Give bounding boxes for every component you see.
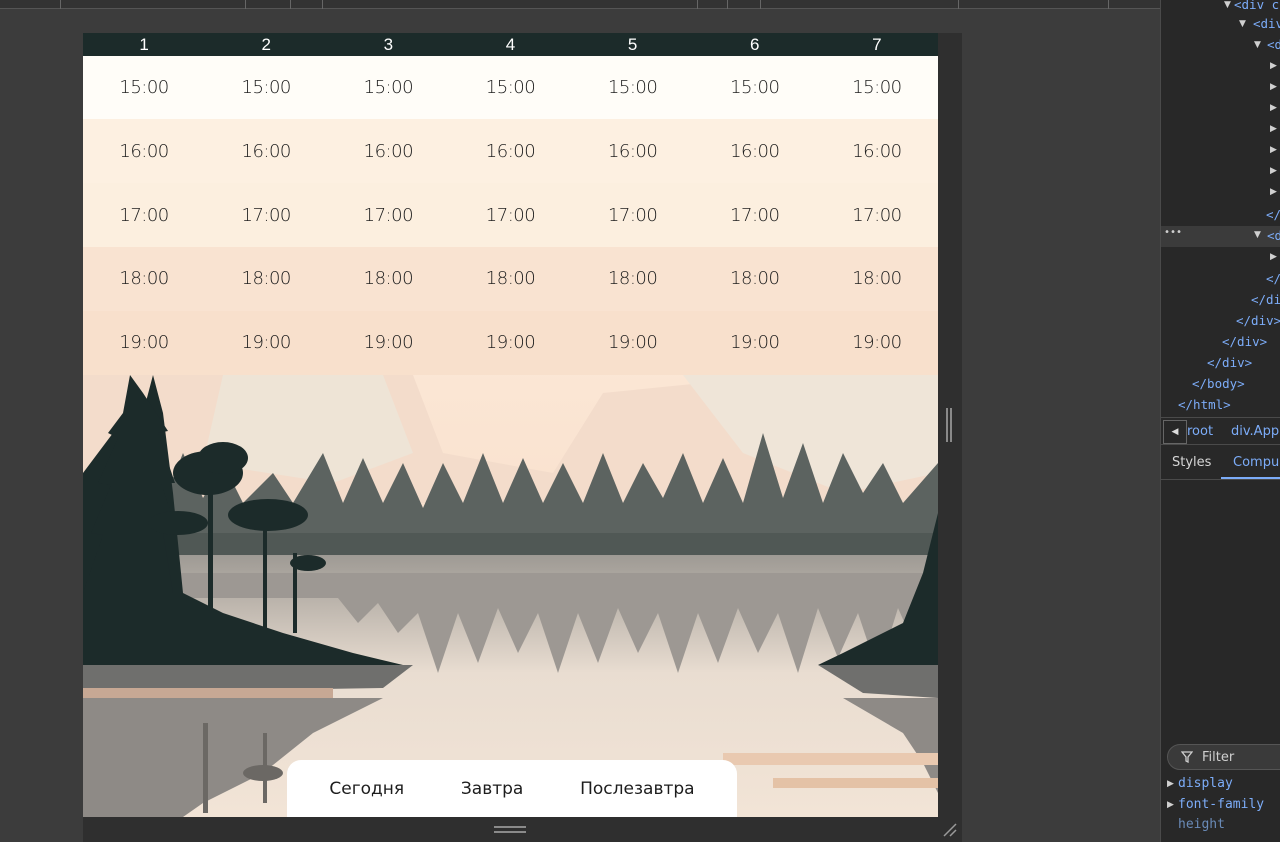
collapse-triangle-icon[interactable]: ▼ [1239,19,1246,29]
time-slot[interactable]: 17:00 [816,184,938,248]
time-slot[interactable]: 19:00 [694,311,816,375]
time-slot[interactable]: 18:00 [572,247,694,311]
time-row-1900: 19:00 19:00 19:00 19:00 19:00 19:00 19:0… [83,311,938,375]
day-number-header: 1 2 3 4 5 6 7 [83,33,938,56]
breadcrumb: ◀ root div.App [1161,417,1280,445]
time-slot[interactable]: 18:00 [816,247,938,311]
time-slot[interactable]: 18:00 [327,247,449,311]
tab-styles[interactable]: Styles [1172,455,1211,470]
time-slot[interactable]: 19:00 [572,311,694,375]
collapse-triangle-icon[interactable]: ▼ [1254,40,1261,50]
day-number: 4 [505,35,516,54]
day-number: 6 [750,35,760,54]
expand-triangle-icon[interactable]: ▶ [1167,800,1174,810]
active-tab-indicator [1221,477,1280,479]
time-slot[interactable]: 16:00 [694,120,816,184]
day-after-tomorrow-button[interactable]: Послезавтра [580,779,694,799]
time-slot[interactable]: 15:00 [694,56,816,120]
computed-property[interactable]: display [1178,776,1233,791]
time-slot[interactable]: 17:00 [83,184,205,248]
scroll-left-icon[interactable]: ◀ [1163,420,1187,444]
time-slot[interactable]: 16:00 [816,120,938,184]
time-slot[interactable]: 18:00 [694,247,816,311]
styles-tabs: Styles Compu [1161,446,1280,480]
breadcrumb-root[interactable]: root [1187,424,1213,439]
dom-node[interactable]: </body> [1192,376,1245,391]
filter-placeholder: Filter [1202,750,1235,765]
time-slot[interactable]: 17:00 [572,184,694,248]
time-slot[interactable]: 19:00 [816,311,938,375]
computed-property[interactable]: height [1178,817,1225,832]
expand-triangle-icon[interactable]: ▶ [1270,82,1277,92]
expand-triangle-icon[interactable]: ▶ [1270,124,1277,134]
time-row-1700: 17:00 17:00 17:00 17:00 17:00 17:00 17:0… [83,184,938,248]
day-number: 3 [383,35,394,54]
time-row-1500: 15:00 15:00 15:00 15:00 15:00 15:00 15:0… [83,56,938,120]
time-slot[interactable]: 16:00 [205,120,327,184]
time-row-1600: 16:00 16:00 16:00 16:00 16:00 16:00 16:0… [83,120,938,184]
day-number: 7 [872,35,882,54]
breadcrumb-app[interactable]: div.App [1231,424,1279,439]
time-slot[interactable]: 18:00 [83,247,205,311]
time-slot[interactable]: 19:00 [83,311,205,375]
filter-input[interactable]: Filter [1167,744,1280,770]
expand-triangle-icon[interactable]: ▶ [1270,187,1277,197]
time-slot[interactable]: 18:00 [449,247,571,311]
dom-node[interactable]: </div> [1207,355,1252,370]
expand-triangle-icon[interactable]: ▶ [1270,145,1277,155]
computed-property[interactable]: font-family [1178,797,1264,812]
expand-triangle-icon[interactable]: ▶ [1270,61,1277,71]
time-slot[interactable]: 15:00 [449,56,571,120]
dom-node[interactable]: </di [1251,292,1280,307]
filter-icon [1181,751,1193,763]
time-slot[interactable]: 17:00 [449,184,571,248]
time-slot[interactable]: 17:00 [205,184,327,248]
time-slot[interactable]: 15:00 [327,56,449,120]
tomorrow-button[interactable]: Завтра [461,779,523,799]
more-options-icon[interactable]: ••• [1164,227,1182,238]
device-viewport: 1 2 3 4 5 6 7 15:00 15:00 15:00 15:00 15… [83,33,938,817]
time-slot[interactable]: 17:00 [327,184,449,248]
time-slot[interactable]: 16:00 [449,120,571,184]
dom-node[interactable]: <d [1267,228,1280,243]
expand-triangle-icon[interactable]: ▶ [1270,166,1277,176]
collapse-triangle-icon[interactable]: ▼ [1224,0,1231,10]
dom-node[interactable]: <div [1253,16,1280,31]
today-button[interactable]: Сегодня [329,779,404,799]
dom-node[interactable]: </div> [1222,334,1267,349]
time-slot[interactable]: 16:00 [572,120,694,184]
day-number: 5 [627,35,638,54]
expand-triangle-icon[interactable]: ▶ [1270,252,1277,262]
dom-node[interactable]: <div c [1234,0,1279,12]
time-slot[interactable]: 15:00 [572,56,694,120]
time-slot[interactable]: 16:00 [327,120,449,184]
dom-node[interactable]: </html> [1178,397,1231,412]
time-slot[interactable]: 19:00 [449,311,571,375]
expand-triangle-icon[interactable]: ▶ [1167,779,1174,789]
expand-triangle-icon[interactable]: ▶ [1270,103,1277,113]
day-number: 2 [261,35,271,54]
top-ruler [0,0,1160,9]
time-slot[interactable]: 15:00 [816,56,938,120]
tab-computed[interactable]: Compu [1233,455,1279,470]
time-slot[interactable]: 17:00 [694,184,816,248]
time-slot[interactable]: 15:00 [83,56,205,120]
time-slot[interactable]: 15:00 [205,56,327,120]
time-slot[interactable]: 19:00 [205,311,327,375]
dom-node[interactable]: <d [1267,37,1280,52]
devtools-panel: ▼ <div c ▼ <div ▼ <d ▶ ▶ ▶ ▶ ▶ ▶ ▶ </ ••… [1160,0,1280,842]
collapse-triangle-icon[interactable]: ▼ [1254,230,1261,240]
resize-width-handle[interactable] [946,408,952,442]
time-slot[interactable]: 19:00 [327,311,449,375]
day-number: 1 [139,35,149,54]
resize-height-handle[interactable] [494,826,526,833]
day-selector-bar: Сегодня Завтра Послезавтра [287,760,737,817]
resize-corner-handle[interactable] [942,822,958,838]
dom-node[interactable]: </ [1266,271,1280,286]
dom-node[interactable]: </ [1266,207,1280,222]
time-slot[interactable]: 16:00 [83,120,205,184]
time-slot[interactable]: 18:00 [205,247,327,311]
dom-node[interactable]: </div> [1236,313,1280,328]
time-row-1800: 18:00 18:00 18:00 18:00 18:00 18:00 18:0… [83,247,938,311]
